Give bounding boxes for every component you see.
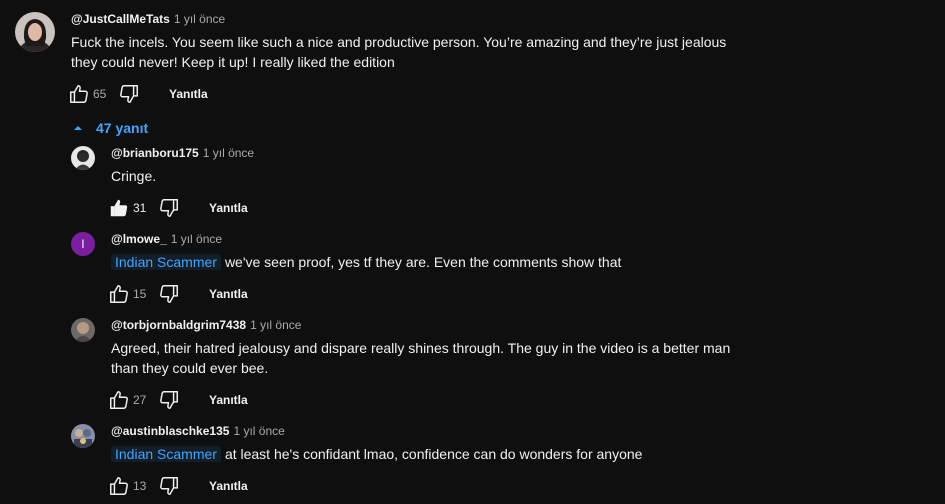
like-count: 15 <box>133 287 147 301</box>
comment-body: we've seen proof, yes tf they are. Even … <box>224 254 622 270</box>
thumbs-up-filled-icon <box>110 199 128 217</box>
author-name[interactable]: @torbjornbaldgrim7438 <box>111 318 246 332</box>
comment-time[interactable]: 1 yıl önce <box>233 424 284 438</box>
dislike-button[interactable] <box>155 472 183 500</box>
thumbs-down-icon <box>160 199 178 217</box>
reply-button[interactable]: Yanıtla <box>201 387 256 413</box>
avatar[interactable] <box>15 12 55 52</box>
avatar[interactable] <box>71 318 95 342</box>
thumbs-down-icon <box>160 477 178 495</box>
comment-thread: @JustCallMeTats 1 yıl önce Fuck the ince… <box>0 0 945 504</box>
thumbs-down-icon <box>160 285 178 303</box>
like-button[interactable] <box>105 386 133 414</box>
thumbs-up-icon <box>110 477 128 495</box>
comment-actions: 13 Yanıtla <box>105 472 256 500</box>
author-name[interactable]: @JustCallMeTats <box>71 12 170 26</box>
reply-button[interactable]: Yanıtla <box>201 473 256 499</box>
like-count: 13 <box>133 479 147 493</box>
top-comment: @JustCallMeTats 1 yıl önce Fuck the ince… <box>15 12 731 72</box>
like-button[interactable] <box>105 472 133 500</box>
comment-header: @JustCallMeTats 1 yıl önce <box>71 12 731 30</box>
author-name[interactable]: @austinblaschke135 <box>111 424 229 438</box>
reply-comment: @torbjornbaldgrim7438 1 yıl önce Agreed,… <box>71 318 771 378</box>
replies-count-label: 47 yanıt <box>96 120 149 136</box>
thumbs-up-icon <box>110 285 128 303</box>
reply-comment: @austinblaschke135 1 yıl önce Indian Sca… <box>71 424 771 464</box>
comment-text: Indian Scammer we've seen proof, yes tf t… <box>111 252 771 272</box>
avatar[interactable] <box>71 424 95 448</box>
author-name[interactable]: @lmowe_ <box>111 232 167 246</box>
like-count: 31 <box>133 201 147 215</box>
dislike-button[interactable] <box>155 194 183 222</box>
comment-actions: 65 Yanıtla <box>65 80 216 108</box>
comment-header: @brianboru175 1 yıl önce <box>111 146 771 164</box>
avatar[interactable] <box>71 146 95 170</box>
comment-header: @austinblaschke135 1 yıl önce <box>111 424 771 442</box>
author-name[interactable]: @brianboru175 <box>111 146 199 160</box>
comment-time[interactable]: 1 yıl önce <box>250 318 301 332</box>
comment-header: @torbjornbaldgrim7438 1 yıl önce <box>111 318 771 336</box>
thumbs-down-icon <box>120 85 138 103</box>
caret-up-icon <box>74 126 82 130</box>
like-button[interactable] <box>105 280 133 308</box>
mention-link[interactable]: Indian Scammer <box>111 446 221 462</box>
comment-actions: 31 Yanıtla <box>105 194 256 222</box>
comment-text: Fuck the incels. You seem like such a ni… <box>71 34 727 70</box>
comment-text: Indian Scammer at least he's confidant lm… <box>111 444 771 464</box>
like-count: 65 <box>93 87 107 101</box>
comment-text: Cringe. <box>111 168 157 184</box>
comment-actions: 27 Yanıtla <box>105 386 256 414</box>
like-count: 27 <box>133 393 147 407</box>
reply-comment: @brianboru175 1 yıl önce Cringe. <box>71 146 771 186</box>
avatar-letter: l <box>81 237 85 251</box>
like-button[interactable] <box>105 194 133 222</box>
replies-toggle[interactable]: 47 yanıt <box>72 114 148 142</box>
comment-time[interactable]: 1 yıl önce <box>171 232 222 246</box>
comment-text: Agreed, their hatred jealousy and dispar… <box>111 340 731 376</box>
reply-button[interactable]: Yanıtla <box>201 281 256 307</box>
like-button[interactable] <box>65 80 93 108</box>
dislike-button[interactable] <box>155 280 183 308</box>
thumbs-up-icon <box>110 391 128 409</box>
comment-header: @lmowe_ 1 yıl önce <box>111 232 771 250</box>
thumbs-down-icon <box>160 391 178 409</box>
dislike-button[interactable] <box>155 386 183 414</box>
comment-time[interactable]: 1 yıl önce <box>203 146 254 160</box>
comment-body: at least he's confidant lmao, confidence… <box>224 446 643 462</box>
dislike-button[interactable] <box>115 80 143 108</box>
comment-actions: 15 Yanıtla <box>105 280 256 308</box>
thumbs-up-icon <box>70 85 88 103</box>
reply-comment: l @lmowe_ 1 yıl önce Indian Scammer we've… <box>71 232 771 272</box>
mention-link[interactable]: Indian Scammer <box>111 254 221 270</box>
avatar[interactable]: l <box>71 232 95 256</box>
reply-button[interactable]: Yanıtla <box>201 195 256 221</box>
comment-time[interactable]: 1 yıl önce <box>174 12 225 26</box>
reply-button[interactable]: Yanıtla <box>161 81 216 107</box>
